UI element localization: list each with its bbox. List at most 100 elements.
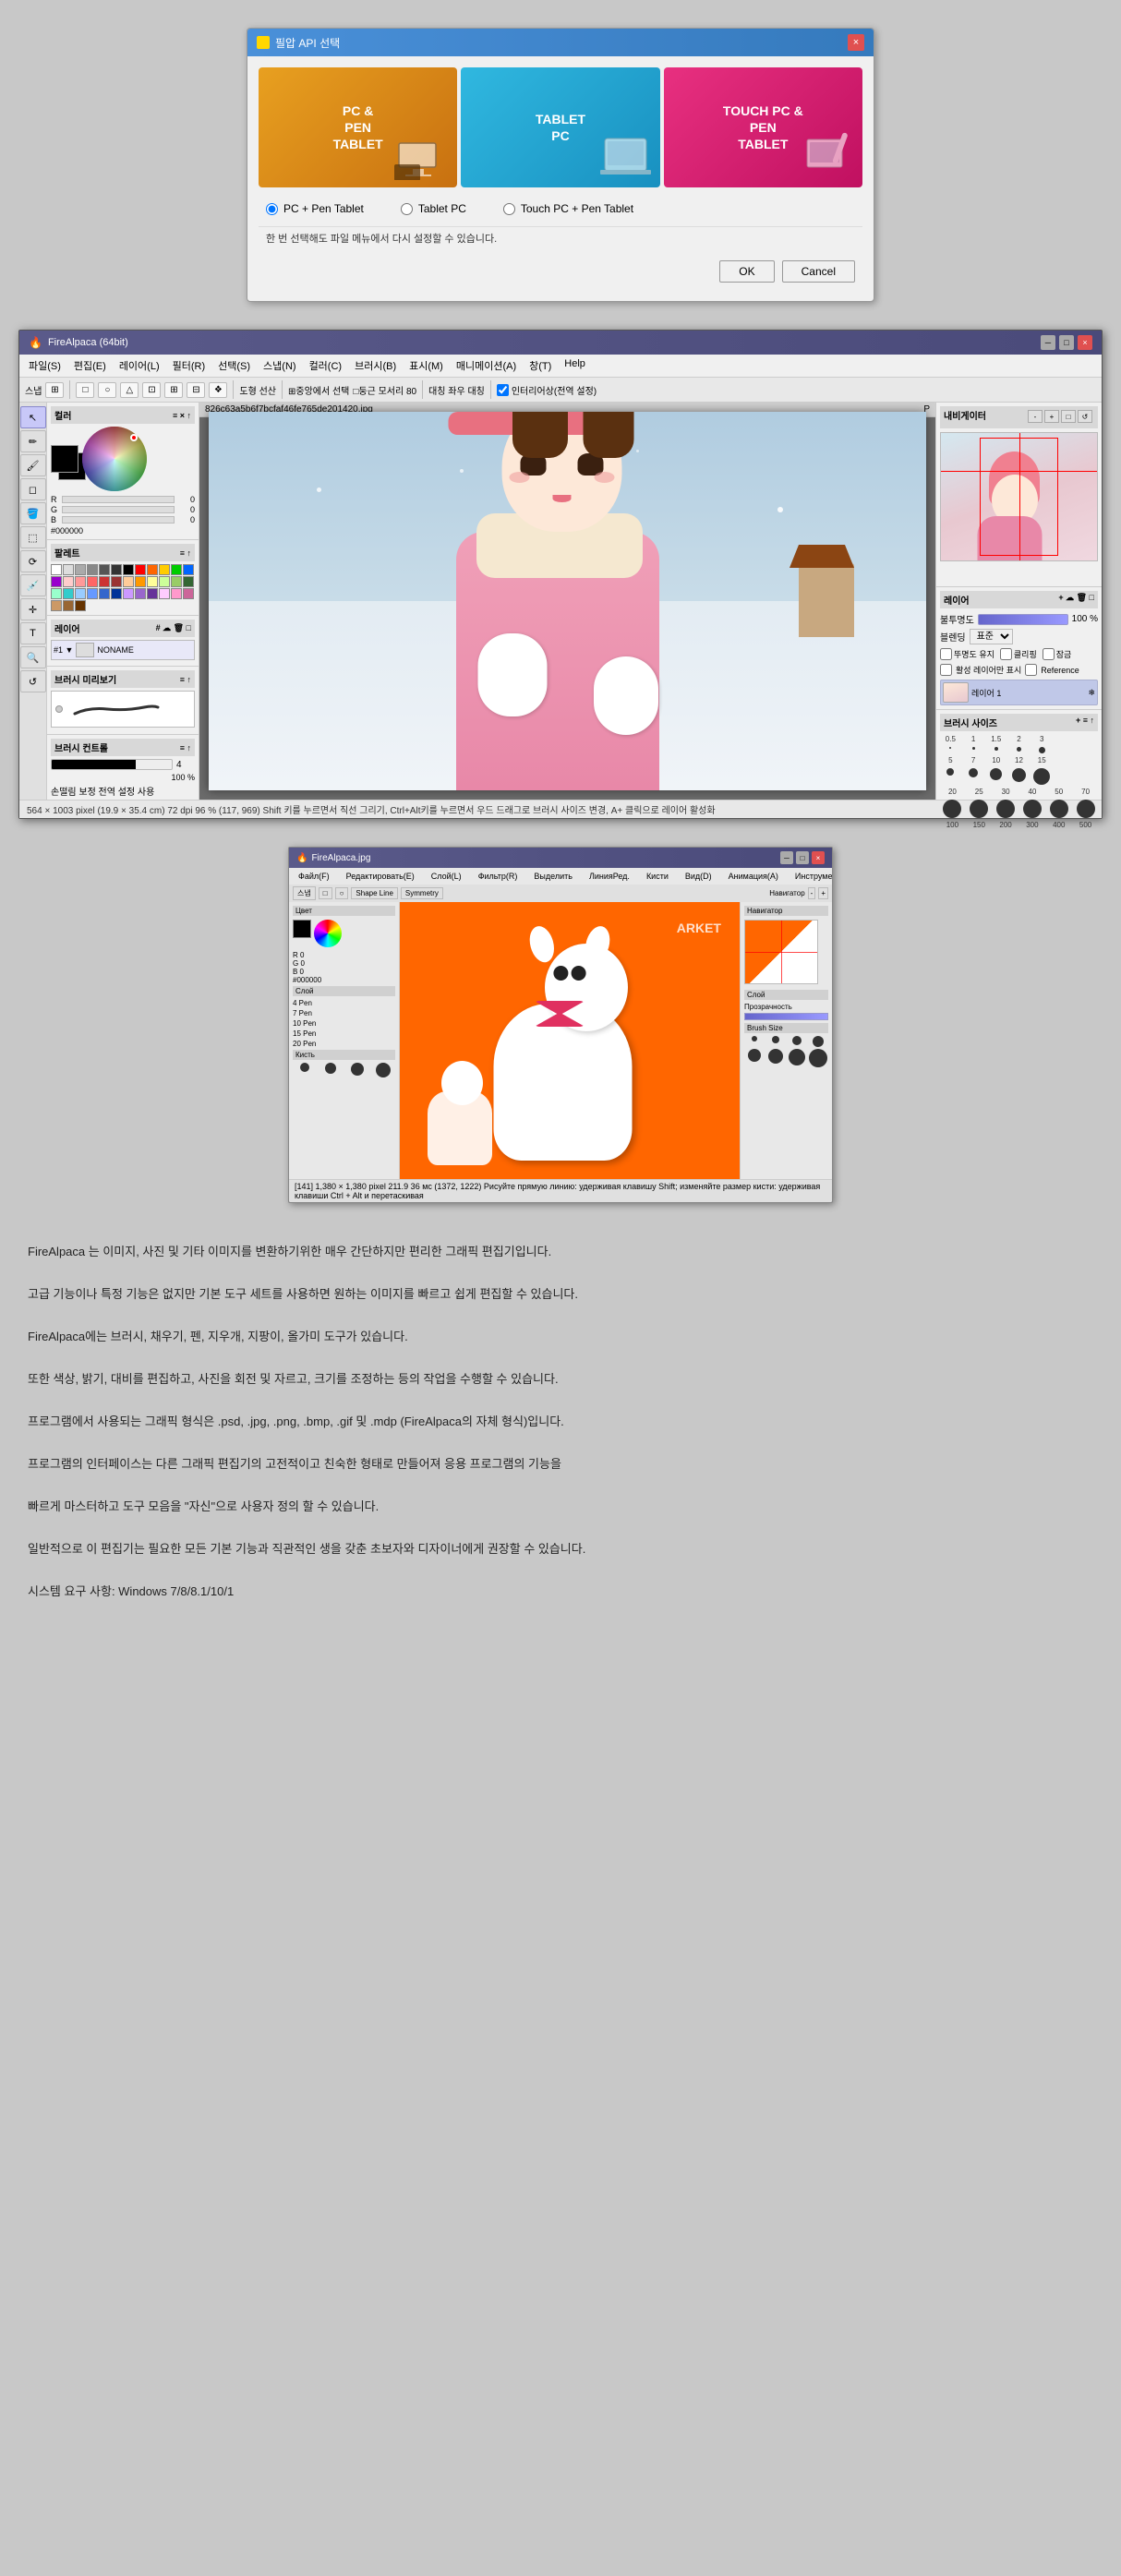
app2-size-dot-8[interactable] xyxy=(809,1049,827,1067)
size-dot-3[interactable] xyxy=(1039,747,1045,753)
maximize-button[interactable]: □ xyxy=(1059,335,1074,350)
palette-color-red[interactable] xyxy=(135,564,146,575)
reference-checkbox[interactable] xyxy=(1025,664,1037,676)
nav-zoom-in[interactable]: + xyxy=(1044,410,1059,423)
radio-touch-tablet[interactable]: Touch PC + Pen Tablet xyxy=(503,202,633,215)
toolbar-btn-7[interactable]: ❖ xyxy=(209,382,227,398)
app2-size-dot-6[interactable] xyxy=(768,1049,783,1064)
app2-size-dot-2[interactable] xyxy=(772,1036,779,1043)
app2-brush-dot-2[interactable] xyxy=(325,1063,336,1074)
app2-size-dot-7[interactable] xyxy=(789,1049,805,1065)
active-layer-checkbox[interactable] xyxy=(940,664,952,676)
palette-color-3[interactable] xyxy=(87,564,98,575)
checkbox-lock[interactable]: 잠금 xyxy=(1043,648,1072,660)
palette-color-black[interactable] xyxy=(123,564,134,575)
close-button[interactable]: × xyxy=(1078,335,1092,350)
menu-edit[interactable]: 편집(E) xyxy=(68,356,112,375)
palette-color-lime-light[interactable] xyxy=(159,576,170,587)
palette-color-navy[interactable] xyxy=(111,588,122,599)
palette-color-olive[interactable] xyxy=(171,576,182,587)
tool-eyedrop[interactable]: 💉 xyxy=(20,574,46,596)
menu-anim[interactable]: 매니메이션(A) xyxy=(451,356,522,375)
tool-rotate[interactable]: ↺ xyxy=(20,670,46,692)
antialias-checkbox[interactable] xyxy=(497,384,509,396)
toolbar-btn-2[interactable]: ○ xyxy=(98,382,116,398)
layer-row-1[interactable]: #1 ▼ NONAME xyxy=(51,640,195,660)
palette-color-yellow[interactable] xyxy=(159,564,170,575)
cancel-button[interactable]: Cancel xyxy=(782,260,855,283)
app2-tb-symmetry[interactable]: Symmetry xyxy=(401,887,443,899)
size-dot-7[interactable] xyxy=(969,768,978,777)
radio-tablet-pc-input[interactable] xyxy=(401,203,413,215)
palette-color-royal-blue[interactable] xyxy=(99,588,110,599)
app2-size-dot-1[interactable] xyxy=(752,1036,757,1041)
palette-color-hot-pink[interactable] xyxy=(171,588,182,599)
tool-zoom[interactable]: 🔍 xyxy=(20,646,46,668)
palette-color-sky[interactable] xyxy=(75,588,86,599)
nav-zoom-out[interactable]: - xyxy=(1028,410,1043,423)
menu-view[interactable]: 표시(M) xyxy=(404,356,449,375)
radio-touch-tablet-input[interactable] xyxy=(503,203,515,215)
canvas-wrapper[interactable] xyxy=(209,412,926,790)
tablet-image[interactable]: TABLETPC xyxy=(461,67,659,187)
app2-cls-btn[interactable]: × xyxy=(812,851,825,864)
layer-entry-1[interactable]: 레이어 1 ❄ xyxy=(940,680,1098,705)
palette-color-tan[interactable] xyxy=(51,600,62,611)
tool-eraser[interactable]: ◻ xyxy=(20,478,46,500)
palette-color-teal[interactable] xyxy=(63,588,74,599)
palette-color-yellow-light[interactable] xyxy=(147,576,158,587)
radio-pc-tablet-input[interactable] xyxy=(266,203,278,215)
app2-menu-select[interactable]: Выделить xyxy=(528,870,578,883)
app2-brush-dot-1[interactable] xyxy=(300,1063,309,1072)
tool-lasso[interactable]: ⟳ xyxy=(20,550,46,572)
palette-color-brown[interactable] xyxy=(63,600,74,611)
palette-color-salmon[interactable] xyxy=(87,576,98,587)
palette-color-dark-red[interactable] xyxy=(99,576,110,587)
g-bar[interactable] xyxy=(62,506,175,513)
lock-input[interactable] xyxy=(1043,648,1055,660)
checkbox-clipping[interactable]: 클리핑 xyxy=(1000,648,1037,660)
app2-brush-dot-3[interactable] xyxy=(351,1063,364,1076)
app2-tb-snap[interactable]: 스냅 xyxy=(293,886,316,900)
size-dot-25[interactable] xyxy=(970,800,988,818)
canvas-area[interactable]: 826c63a5b6f7bcfaf46fe765de201420.jpg P xyxy=(199,403,935,800)
menu-select[interactable]: 선택(S) xyxy=(212,356,256,375)
palette-color-dark-brown[interactable] xyxy=(75,600,86,611)
antialias-checkbox-label[interactable]: 인터리어상(전역 설정) xyxy=(497,383,597,397)
tool-pen[interactable]: ✏ xyxy=(20,430,46,452)
app2-tb-shape[interactable]: Shape Line xyxy=(351,887,397,899)
palette-color-pink-light[interactable] xyxy=(63,576,74,587)
ok-button[interactable]: OK xyxy=(719,260,774,283)
blend-dropdown[interactable]: 표준 xyxy=(970,629,1013,644)
menu-help[interactable]: Help xyxy=(559,356,591,375)
color-wheel-container[interactable] xyxy=(82,427,147,491)
app2-size-dot-5[interactable] xyxy=(748,1049,761,1062)
palette-color-green[interactable] xyxy=(171,564,182,575)
menu-color[interactable]: 컬러(C) xyxy=(304,356,348,375)
size-dot-5[interactable] xyxy=(946,768,954,776)
app2-nav-zoom-out[interactable]: - xyxy=(808,887,816,899)
pc-tablet-image[interactable]: PC &PENTABLET xyxy=(259,67,457,187)
palette-color-5[interactable] xyxy=(111,564,122,575)
palette-color-crimson[interactable] xyxy=(111,576,122,587)
tool-move[interactable]: ✛ xyxy=(20,598,46,620)
palette-color-blue[interactable] xyxy=(183,564,194,575)
radio-tablet-pc[interactable]: Tablet PC xyxy=(401,202,466,215)
primary-color[interactable] xyxy=(51,445,78,473)
palette-color-cornflower[interactable] xyxy=(87,588,98,599)
palette-color-deep-purple[interactable] xyxy=(147,588,158,599)
size-dot-05[interactable] xyxy=(949,747,951,749)
minimize-button[interactable]: ─ xyxy=(1041,335,1055,350)
app2-menu-tools[interactable]: Инструменты xyxy=(790,870,833,883)
clipping-input[interactable] xyxy=(1000,648,1012,660)
palette-color-violet[interactable] xyxy=(135,588,146,599)
size-dot-1[interactable] xyxy=(972,747,975,750)
palette-color-orange[interactable] xyxy=(147,564,158,575)
toolbar-btn-4[interactable]: ⊡ xyxy=(142,382,161,398)
size-dot-10[interactable] xyxy=(990,768,1002,780)
b-bar[interactable] xyxy=(62,516,175,524)
palette-color-orchid[interactable] xyxy=(159,588,170,599)
r-bar[interactable] xyxy=(62,496,175,503)
color-wheel[interactable] xyxy=(82,427,147,491)
menu-snap[interactable]: 스냅(N) xyxy=(258,356,302,375)
